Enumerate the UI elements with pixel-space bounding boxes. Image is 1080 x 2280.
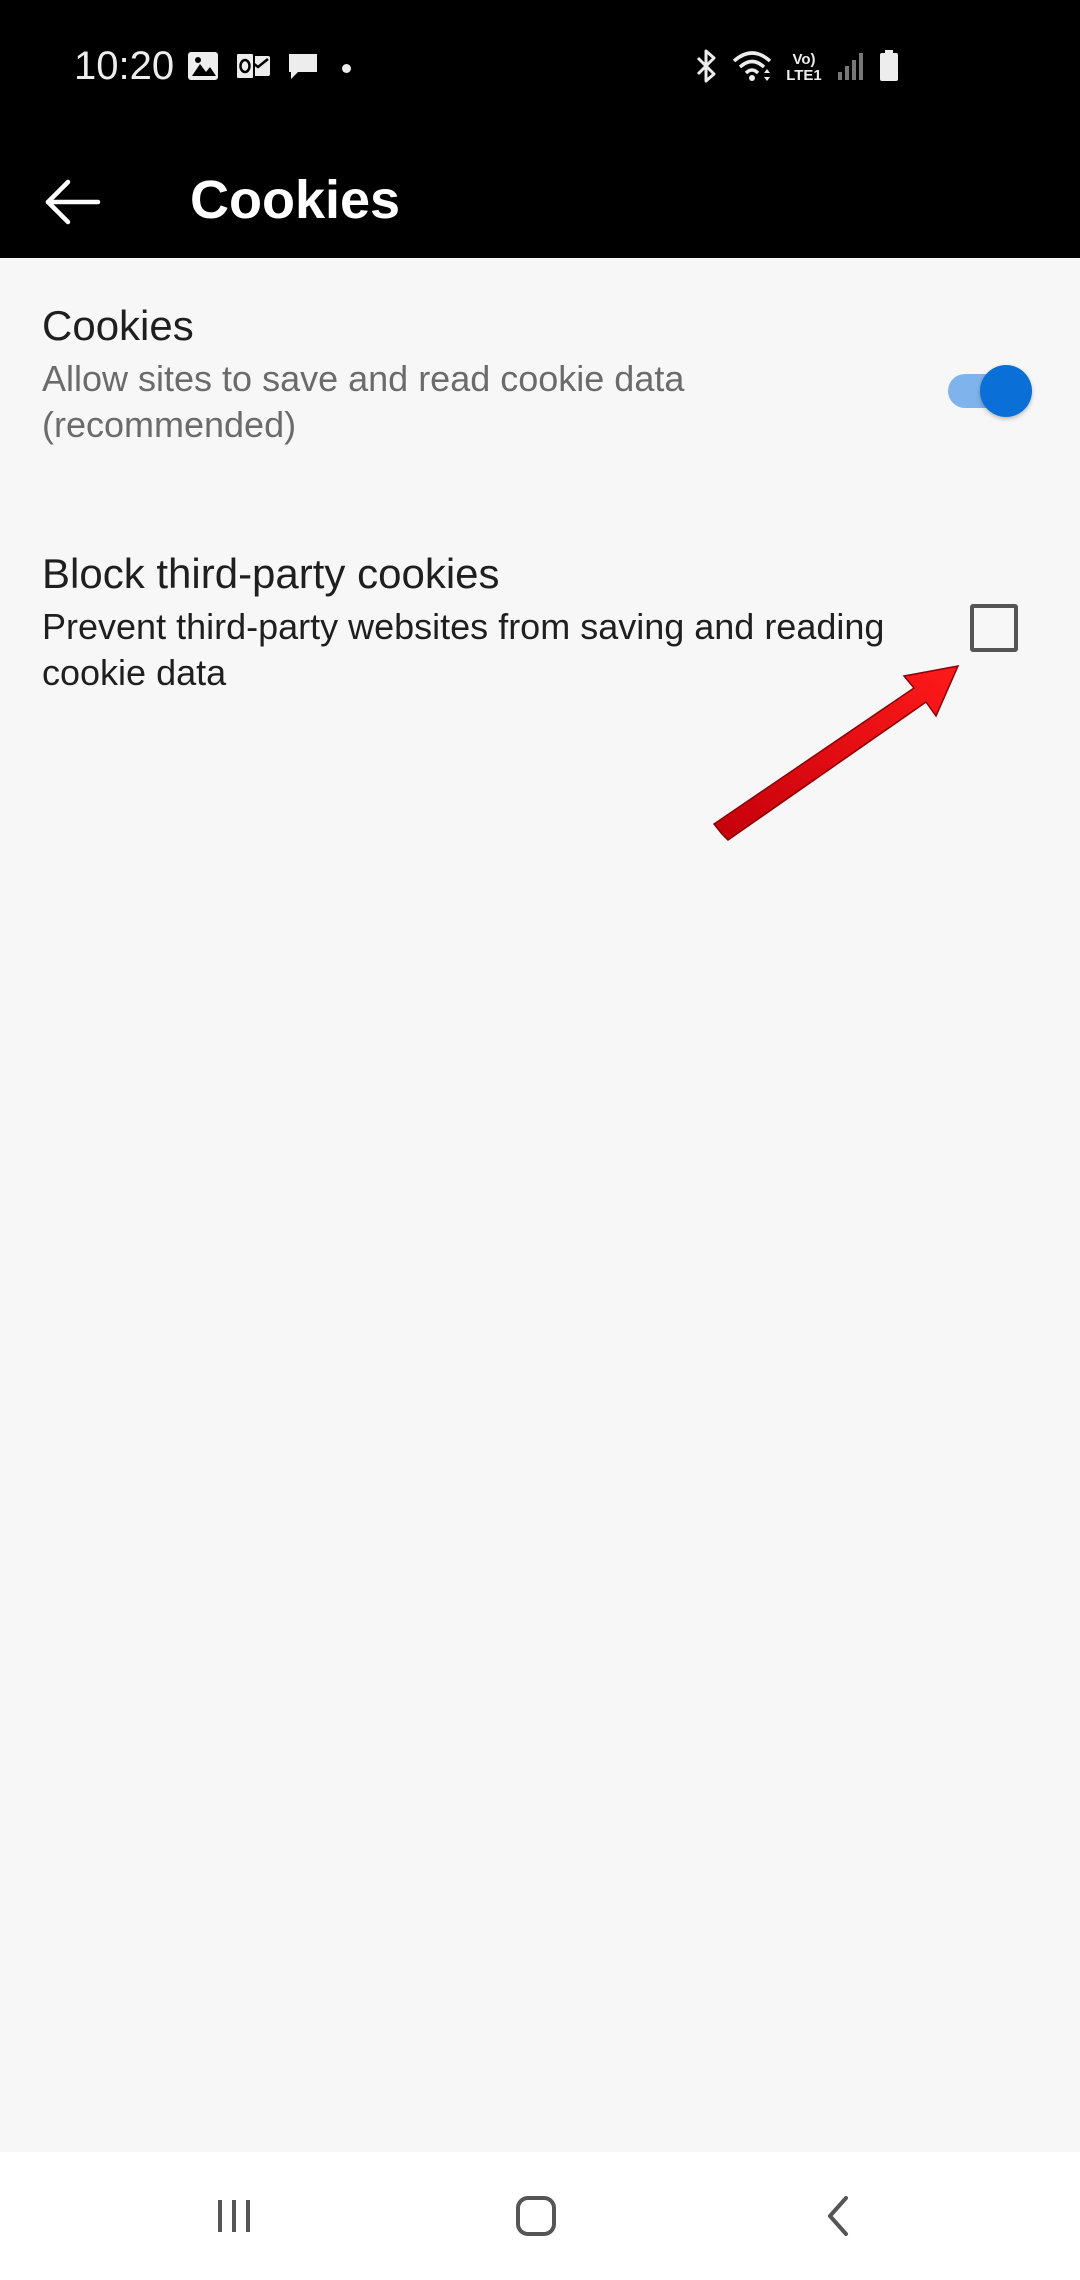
gallery-icon — [186, 50, 220, 87]
back-button[interactable] — [30, 160, 114, 244]
signal-icon — [836, 50, 866, 87]
system-back-button[interactable] — [788, 2176, 888, 2256]
back-arrow-icon — [45, 179, 101, 225]
back-icon — [828, 2196, 848, 2236]
message-icon — [286, 50, 320, 87]
cookies-setting-text: Cookies Allow sites to save and read coo… — [42, 300, 902, 448]
toggle-thumb — [980, 365, 1032, 417]
block-third-party-checkbox[interactable] — [970, 604, 1018, 652]
volte-lte-icon: Vo) LTE1 — [784, 52, 824, 84]
recents-button[interactable] — [184, 2176, 284, 2256]
navigation-bar — [0, 2152, 1080, 2280]
app-bar: Cookies — [0, 140, 1080, 258]
cookies-description: Allow sites to save and read cookie data… — [42, 358, 685, 445]
cookies-title: Cookies — [42, 302, 194, 349]
status-time: 10:20 — [74, 44, 175, 88]
red-arrow-icon — [712, 665, 960, 841]
cookies-setting-row[interactable]: Cookies Allow sites to save and read coo… — [0, 300, 1080, 480]
cookies-toggle[interactable] — [944, 360, 1032, 420]
home-icon — [516, 2196, 556, 2236]
home-button[interactable] — [486, 2176, 586, 2256]
bluetooth-icon — [694, 48, 720, 89]
outlook-icon — [234, 50, 272, 87]
volte-label: Vo) LTE1 — [786, 51, 822, 84]
status-right-icons: Vo) LTE1 — [694, 48, 900, 88]
battery-icon — [878, 49, 900, 88]
status-left-icons — [186, 48, 351, 88]
recents-icon — [218, 2200, 250, 2232]
page-title: Cookies — [190, 170, 401, 230]
screen: 10:20 Vo) LTE1 Cookies Cookies Allow sit… — [0, 0, 1080, 2280]
block-third-party-title: Block third-party cookies — [42, 550, 500, 597]
status-bar: 10:20 Vo) LTE1 — [0, 0, 1080, 140]
wifi-icon — [732, 49, 772, 88]
dot-icon — [342, 63, 351, 73]
